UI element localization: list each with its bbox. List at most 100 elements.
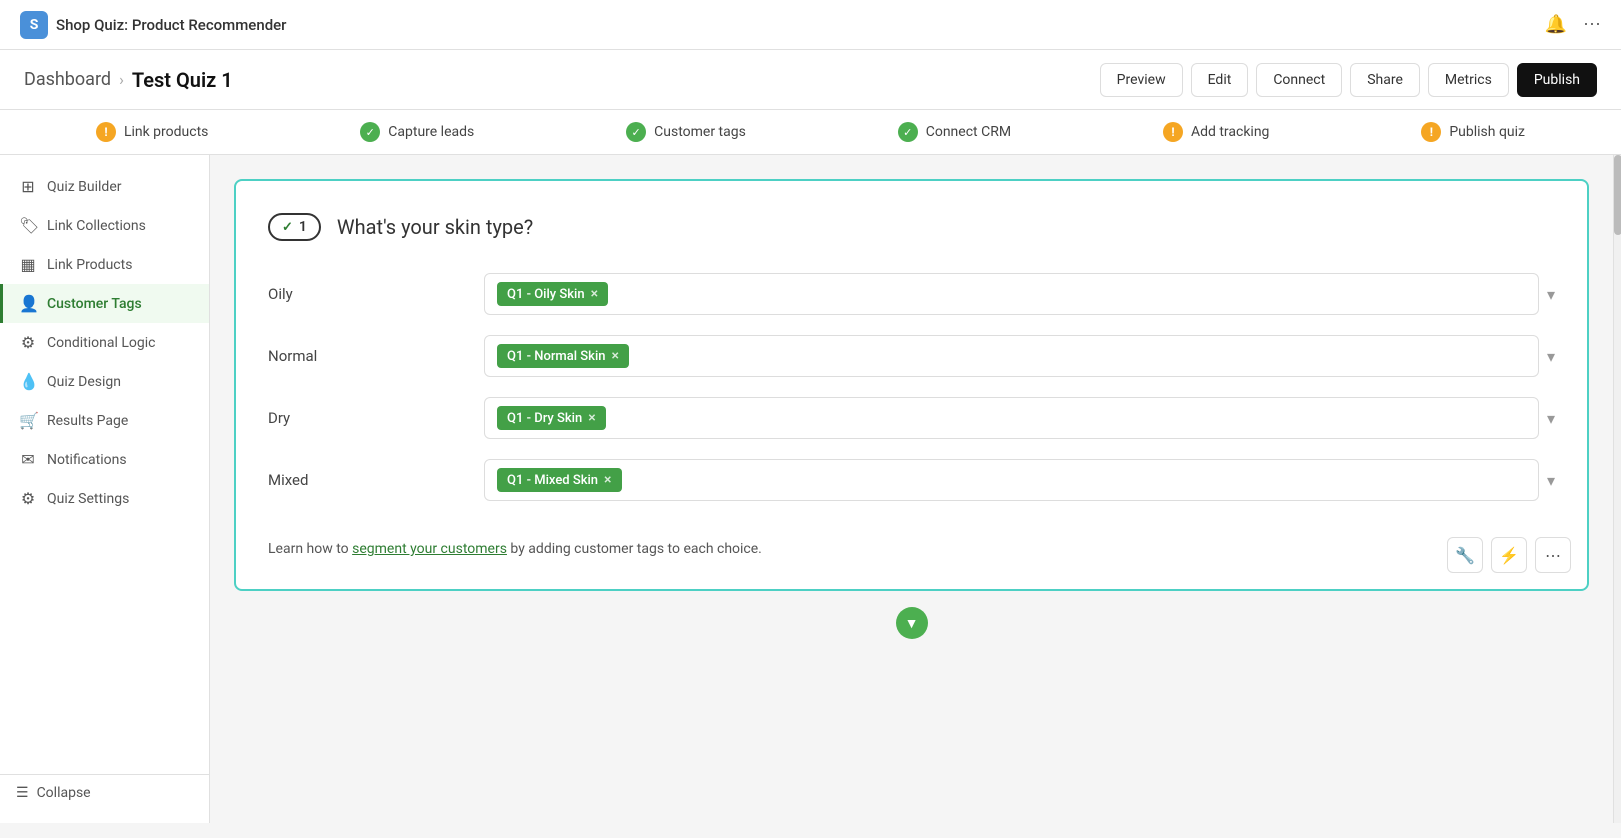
- step-ok-icon-3: ✓: [898, 122, 918, 142]
- cart-icon: 🛒: [19, 411, 37, 430]
- tag-dry-close[interactable]: ×: [588, 410, 595, 426]
- person-icon: 👤: [19, 294, 37, 313]
- tag-normal-close[interactable]: ×: [612, 348, 619, 364]
- next-question-button[interactable]: ▼: [896, 607, 928, 639]
- tag-normal-text: Q1 - Normal Skin: [507, 349, 606, 364]
- footer-note-prefix: Learn how to: [268, 541, 352, 557]
- tag-dry: Q1 - Dry Skin ×: [497, 406, 606, 430]
- answer-tag-container-dry[interactable]: Q1 - Dry Skin ×: [484, 397, 1539, 439]
- step-add-tracking-label: Add tracking: [1191, 124, 1269, 140]
- dropdown-mixed[interactable]: ▾: [1547, 471, 1555, 490]
- scrollbar-thumb: [1614, 155, 1621, 235]
- step-publish-quiz[interactable]: ! Publish quiz: [1421, 122, 1525, 142]
- sidebar-item-results-page-label: Results Page: [47, 413, 128, 429]
- sidebar-item-quiz-builder[interactable]: ⊞ Quiz Builder: [0, 167, 209, 206]
- step-customer-tags-label: Customer tags: [654, 124, 746, 140]
- step-capture-leads[interactable]: ✓ Capture leads: [360, 122, 474, 142]
- tag-oily-text: Q1 - Oily Skin: [507, 287, 585, 302]
- tag-normal: Q1 - Normal Skin ×: [497, 344, 629, 368]
- step-capture-leads-label: Capture leads: [388, 124, 474, 140]
- tag-mixed-close[interactable]: ×: [604, 472, 611, 488]
- sidebar-item-notifications-label: Notifications: [47, 452, 127, 468]
- answer-row-oily: Oily Q1 - Oily Skin × ▾: [268, 273, 1555, 315]
- sidebar: ⊞ Quiz Builder 🏷 Link Collections ▦ Link…: [0, 155, 210, 823]
- step-link-products[interactable]: ! Link products: [96, 122, 208, 142]
- tag-oily: Q1 - Oily Skin ×: [497, 282, 608, 306]
- sidebar-item-link-collections[interactable]: 🏷 Link Collections: [0, 206, 209, 245]
- metrics-button[interactable]: Metrics: [1428, 63, 1509, 97]
- sidebar-item-quiz-design[interactable]: 💧 Quiz Design: [0, 362, 209, 401]
- footer-note: Learn how to segment your customers by a…: [268, 541, 1555, 557]
- step-warn-icon-3: !: [1421, 122, 1441, 142]
- sidebar-item-link-products-label: Link Products: [47, 257, 132, 273]
- more-button-card[interactable]: ⋯: [1535, 537, 1571, 573]
- collapse-button[interactable]: ☰ Collapse: [16, 785, 193, 801]
- dropdown-oily[interactable]: ▾: [1547, 285, 1555, 304]
- sidebar-item-notifications[interactable]: ✉ Notifications: [0, 440, 209, 479]
- answer-row-normal: Normal Q1 - Normal Skin × ▾: [268, 335, 1555, 377]
- publish-button[interactable]: Publish: [1517, 63, 1597, 97]
- breadcrumb-separator: ›: [119, 70, 124, 89]
- settings-icon: ⚙: [19, 489, 37, 508]
- bottom-nav: ▼: [234, 607, 1589, 639]
- sidebar-item-link-collections-label: Link Collections: [47, 218, 146, 234]
- answer-tag-container-mixed[interactable]: Q1 - Mixed Skin ×: [484, 459, 1539, 501]
- scrollbar[interactable]: [1613, 155, 1621, 823]
- app-logo: S Shop Quiz: Product Recommender: [20, 11, 286, 39]
- step-warn-icon-2: !: [1163, 122, 1183, 142]
- steps-bar: ! Link products ✓ Capture leads ✓ Custom…: [0, 110, 1621, 155]
- app-bar: S Shop Quiz: Product Recommender 🔔 ⋯: [0, 0, 1621, 50]
- step-connect-crm[interactable]: ✓ Connect CRM: [898, 122, 1011, 142]
- step-warn-icon: !: [96, 122, 116, 142]
- breadcrumb: Dashboard › Test Quiz 1: [24, 68, 233, 92]
- design-icon: 💧: [19, 372, 37, 391]
- tag-dry-text: Q1 - Dry Skin: [507, 411, 582, 426]
- sidebar-item-quiz-design-label: Quiz Design: [47, 374, 121, 390]
- sidebar-item-quiz-builder-label: Quiz Builder: [47, 179, 121, 195]
- wrench-button[interactable]: 🔧: [1447, 537, 1483, 573]
- step-customer-tags[interactable]: ✓ Customer tags: [626, 122, 746, 142]
- sidebar-item-customer-tags[interactable]: 👤 Customer Tags: [0, 284, 209, 323]
- app-logo-icon: S: [20, 11, 48, 39]
- sidebar-item-results-page[interactable]: 🛒 Results Page: [0, 401, 209, 440]
- preview-button[interactable]: Preview: [1100, 63, 1183, 97]
- answer-tag-container-normal[interactable]: Q1 - Normal Skin ×: [484, 335, 1539, 377]
- edit-button[interactable]: Edit: [1191, 63, 1249, 97]
- dropdown-normal[interactable]: ▾: [1547, 347, 1555, 366]
- sidebar-item-link-products[interactable]: ▦ Link Products: [0, 245, 209, 284]
- notification-icon[interactable]: 🔔: [1545, 14, 1567, 35]
- answer-label-oily: Oily: [268, 285, 468, 303]
- tag-mixed-text: Q1 - Mixed Skin: [507, 473, 598, 488]
- sidebar-item-conditional-logic[interactable]: ⚙ Conditional Logic: [0, 323, 209, 362]
- more-icon[interactable]: ⋯: [1583, 14, 1601, 35]
- dropdown-dry[interactable]: ▾: [1547, 409, 1555, 428]
- connect-button[interactable]: Connect: [1256, 63, 1342, 97]
- quiz-card: ✓ 1 What's your skin type? Oily Q1 - Oil…: [234, 179, 1589, 591]
- quiz-title: Test Quiz 1: [132, 68, 233, 92]
- footer-note-link[interactable]: segment your customers: [352, 541, 507, 557]
- answer-label-normal: Normal: [268, 347, 468, 365]
- grid-icon: ⊞: [19, 177, 37, 196]
- footer-note-suffix: by adding customer tags to each choice.: [510, 541, 761, 557]
- question-number: 1: [299, 219, 307, 235]
- step-link-products-label: Link products: [124, 124, 208, 140]
- sidebar-item-quiz-settings[interactable]: ⚙ Quiz Settings: [0, 479, 209, 518]
- share-button[interactable]: Share: [1350, 63, 1420, 97]
- tag-oily-close[interactable]: ×: [591, 286, 598, 302]
- answer-tag-container-oily[interactable]: Q1 - Oily Skin ×: [484, 273, 1539, 315]
- answer-row-dry: Dry Q1 - Dry Skin × ▾: [268, 397, 1555, 439]
- page-header: Dashboard › Test Quiz 1 Preview Edit Con…: [0, 50, 1621, 110]
- grid2-icon: ▦: [19, 255, 37, 274]
- card-toolbar: 🔧 ⚡ ⋯: [1447, 537, 1571, 573]
- step-add-tracking[interactable]: ! Add tracking: [1163, 122, 1269, 142]
- app-name: Shop Quiz: Product Recommender: [56, 16, 286, 34]
- main-layout: ⊞ Quiz Builder 🏷 Link Collections ▦ Link…: [0, 155, 1621, 823]
- step-publish-quiz-label: Publish quiz: [1449, 124, 1525, 140]
- question-text: What's your skin type?: [337, 215, 533, 239]
- share-button-card[interactable]: ⚡: [1491, 537, 1527, 573]
- mail-icon: ✉: [19, 450, 37, 469]
- tag-mixed: Q1 - Mixed Skin ×: [497, 468, 622, 492]
- breadcrumb-dashboard[interactable]: Dashboard: [24, 69, 111, 90]
- sidebar-item-customer-tags-label: Customer Tags: [47, 296, 142, 312]
- answer-label-mixed: Mixed: [268, 471, 468, 489]
